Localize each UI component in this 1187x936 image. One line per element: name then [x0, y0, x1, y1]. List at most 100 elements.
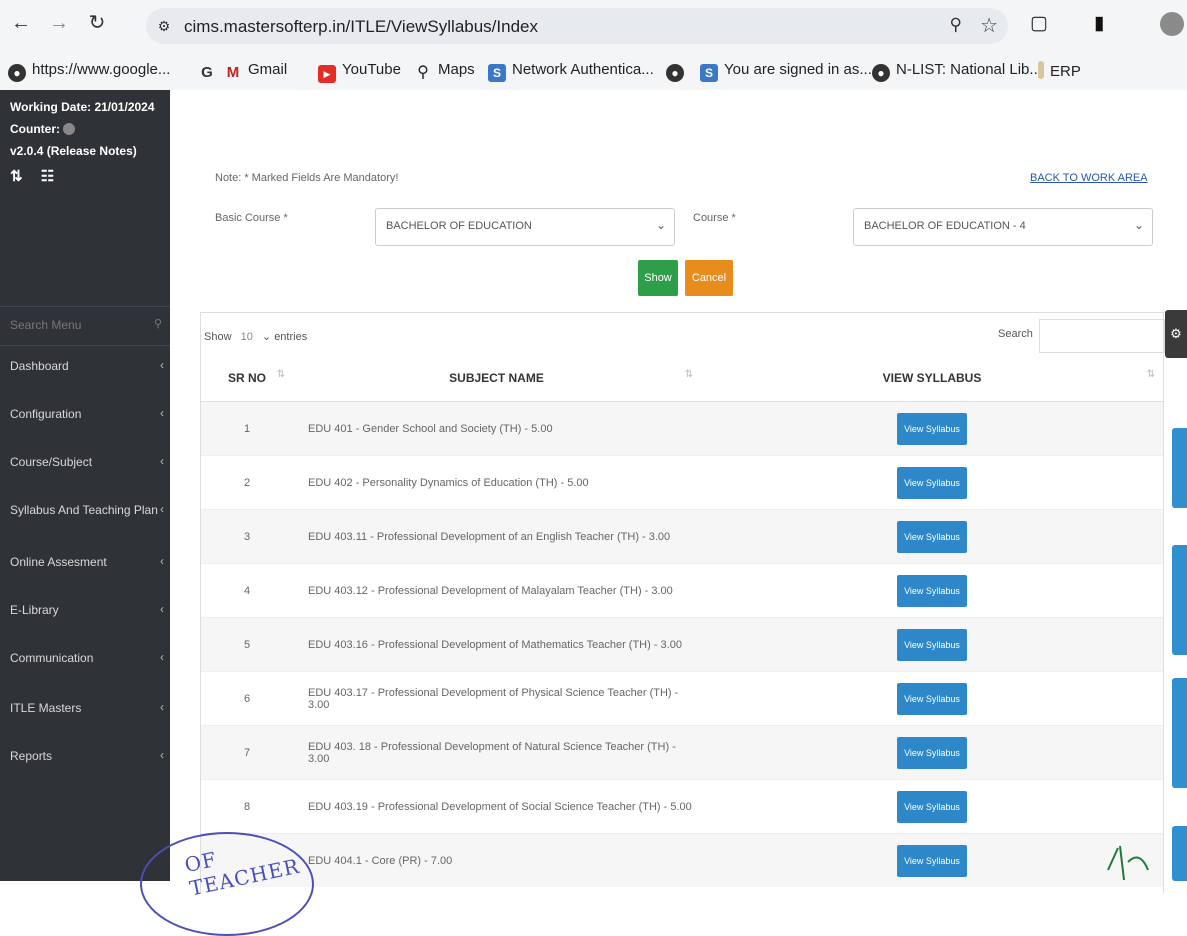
chevron-left-icon: ‹: [160, 454, 164, 468]
zoom-icon[interactable]: ⚲: [950, 15, 962, 35]
entries-control: Show 10 ⌄ entries: [204, 331, 308, 343]
bookmark-item[interactable]: ● https://www.google...: [8, 61, 170, 82]
entries-select[interactable]: 10: [241, 331, 253, 343]
chevron-down-icon: ⌄: [1133, 218, 1144, 232]
header-subject-name[interactable]: SUBJECT NAME ⇅: [293, 355, 701, 402]
header-view-syllabus[interactable]: VIEW SYLLABUS ⇅: [701, 355, 1163, 402]
extensions-icon[interactable]: ▢: [1030, 12, 1048, 35]
counter-icon: [63, 123, 76, 135]
globe-icon: ●: [872, 64, 890, 82]
back-arrow-icon[interactable]: ←: [8, 10, 34, 36]
browser-toolbar: ← → ↻ ⚙ cims.mastersofterp.in/ITLE/ViewS…: [0, 0, 1187, 91]
sidebar-item-communication[interactable]: Communication ‹: [0, 636, 170, 684]
main-content: Note: * Marked Fields Are Mandatory! BAC…: [170, 90, 1187, 893]
working-date: Working Date: 21/01/2024: [10, 100, 155, 114]
refresh-icon[interactable]: ⇅: [10, 168, 23, 185]
view-syllabus-button[interactable]: View Syllabus: [897, 574, 967, 607]
s-app-icon: S: [488, 64, 506, 82]
sidebar-item-syllabus[interactable]: Syllabus And Teaching Plan ‹: [0, 488, 170, 536]
side-panel-icon[interactable]: ▮: [1094, 12, 1104, 35]
view-syllabus-button[interactable]: View Syllabus: [897, 520, 967, 553]
mandatory-note: Note: * Marked Fields Are Mandatory!: [215, 172, 399, 184]
sidebar-item-configuration[interactable]: Configuration ‹: [0, 392, 170, 440]
basic-course-select[interactable]: BACHELOR OF EDUCATION ⌄: [375, 208, 675, 246]
show-button[interactable]: Show: [638, 260, 678, 296]
side-tab[interactable]: [1172, 545, 1187, 655]
bookmark-item[interactable]: M Gmail: [224, 61, 287, 82]
view-syllabus-button[interactable]: View Syllabus: [897, 466, 967, 499]
sidebar-item-e-library[interactable]: E-Library ‹: [0, 588, 170, 636]
settings-gear-icon[interactable]: ⚙: [1165, 310, 1187, 358]
bookmark-item[interactable]: ● N-LIST: National Lib...: [872, 61, 1042, 82]
chevron-down-icon: ⌄: [655, 218, 666, 232]
table-row: 4 EDU 403.12 - Professional Development o…: [201, 563, 1163, 618]
site-settings-icon[interactable]: ⚙: [154, 16, 174, 36]
sidebar-header: Working Date: 21/01/2024 Counter: v2.0.4…: [10, 96, 155, 188]
chevron-left-icon: ‹: [160, 358, 164, 372]
sort-icon: ⇅: [276, 369, 285, 380]
globe-icon: ●: [666, 64, 684, 82]
sidebar-item-dashboard[interactable]: Dashboard ‹: [0, 344, 170, 392]
basic-course-label: Basic Course *: [215, 212, 288, 224]
menu-search-input[interactable]: Search Menu: [10, 318, 81, 332]
youtube-icon: ▶: [318, 65, 336, 83]
document-icon[interactable]: ☷: [41, 168, 54, 185]
url-text[interactable]: cims.mastersofterp.in/ITLE/ViewSyllabus/…: [184, 17, 538, 37]
sidebar-item-reports[interactable]: Reports ‹: [0, 734, 170, 782]
bookmark-item[interactable]: ▶ YouTube: [318, 61, 401, 83]
course-label: Course *: [693, 212, 736, 224]
forward-arrow-icon[interactable]: →: [46, 10, 72, 36]
reload-icon[interactable]: ↻: [84, 10, 110, 36]
chevron-left-icon: ‹: [160, 602, 164, 616]
syllabus-table: SR NO ⇅ SUBJECT NAME ⇅ VIEW SYLLABUS ⇅ 1 EDU…: [201, 355, 1163, 887]
chevron-left-icon: ‹: [160, 700, 164, 714]
view-syllabus-button[interactable]: View Syllabus: [897, 628, 967, 661]
table-search-input[interactable]: [1039, 319, 1165, 353]
table-row: 6 EDU 403.17 - Professional Development o…: [201, 671, 1163, 726]
chevron-left-icon: ‹: [160, 748, 164, 762]
sidebar-item-course-subject[interactable]: Course/Subject ‹: [0, 440, 170, 488]
sidebar: Working Date: 21/01/2024 Counter: v2.0.4…: [0, 90, 170, 881]
bookmark-item[interactable]: ERP: [1038, 61, 1081, 80]
table-row: 1 EDU 401 - Gender School and Society (TH…: [201, 401, 1163, 456]
bookmark-item[interactable]: ⚲ Maps: [414, 61, 475, 82]
bookmark-item[interactable]: G: [198, 61, 222, 82]
version-link[interactable]: v2.0.4 (Release Notes): [10, 140, 155, 162]
side-tab[interactable]: [1172, 678, 1187, 788]
bookmark-item[interactable]: S You are signed in as...: [700, 61, 872, 82]
side-tab[interactable]: [1172, 428, 1187, 508]
bookmark-item[interactable]: ●: [666, 61, 690, 82]
view-syllabus-button[interactable]: View Syllabus: [897, 412, 967, 445]
folder-icon: [1038, 61, 1044, 79]
back-to-work-area-link[interactable]: BACK TO WORK AREA: [1030, 172, 1148, 184]
cancel-button[interactable]: Cancel: [685, 260, 733, 296]
chevron-down-icon[interactable]: ⌄: [262, 331, 271, 343]
bookmark-item[interactable]: S Network Authentica...: [488, 61, 654, 82]
view-syllabus-button[interactable]: View Syllabus: [897, 844, 967, 877]
sort-icon: ⇅: [684, 369, 693, 380]
syllabus-table-panel: Show 10 ⌄ entries Search SR NO ⇅ SUBJECT …: [200, 312, 1165, 893]
view-syllabus-button[interactable]: View Syllabus: [897, 790, 967, 823]
google-icon: G: [201, 64, 213, 81]
menu-search[interactable]: Search Menu ⚲: [0, 306, 170, 346]
profile-avatar[interactable]: [1160, 12, 1184, 36]
table-header-row: SR NO ⇅ SUBJECT NAME ⇅ VIEW SYLLABUS ⇅: [201, 355, 1163, 402]
header-sr-no[interactable]: SR NO ⇅: [201, 355, 293, 402]
chevron-left-icon: ‹: [160, 650, 164, 664]
view-syllabus-button[interactable]: View Syllabus: [897, 682, 967, 715]
sidebar-item-online-assessment[interactable]: Online Assesment ‹: [0, 540, 170, 588]
table-row: 8 EDU 403.19 - Professional Development o…: [201, 779, 1163, 834]
stamp-text: OF TEACHER: [182, 846, 302, 901]
gmail-icon: M: [226, 64, 240, 81]
sort-icon: ⇅: [1146, 369, 1155, 380]
course-select[interactable]: BACHELOR OF EDUCATION - 4 ⌄: [853, 208, 1153, 246]
maps-pin-icon: ⚲: [417, 64, 429, 81]
search-label: Search: [998, 328, 1033, 340]
institution-stamp: OF TEACHER: [140, 832, 314, 936]
address-bar[interactable]: ⚙ cims.mastersofterp.in/ITLE/ViewSyllabu…: [146, 8, 1008, 44]
view-syllabus-button[interactable]: View Syllabus: [897, 736, 967, 769]
sidebar-item-itle-masters[interactable]: ITLE Masters ‹: [0, 686, 170, 734]
globe-icon: ●: [8, 64, 26, 82]
side-tab[interactable]: [1172, 826, 1187, 881]
bookmark-star-icon[interactable]: ☆: [980, 13, 998, 38]
